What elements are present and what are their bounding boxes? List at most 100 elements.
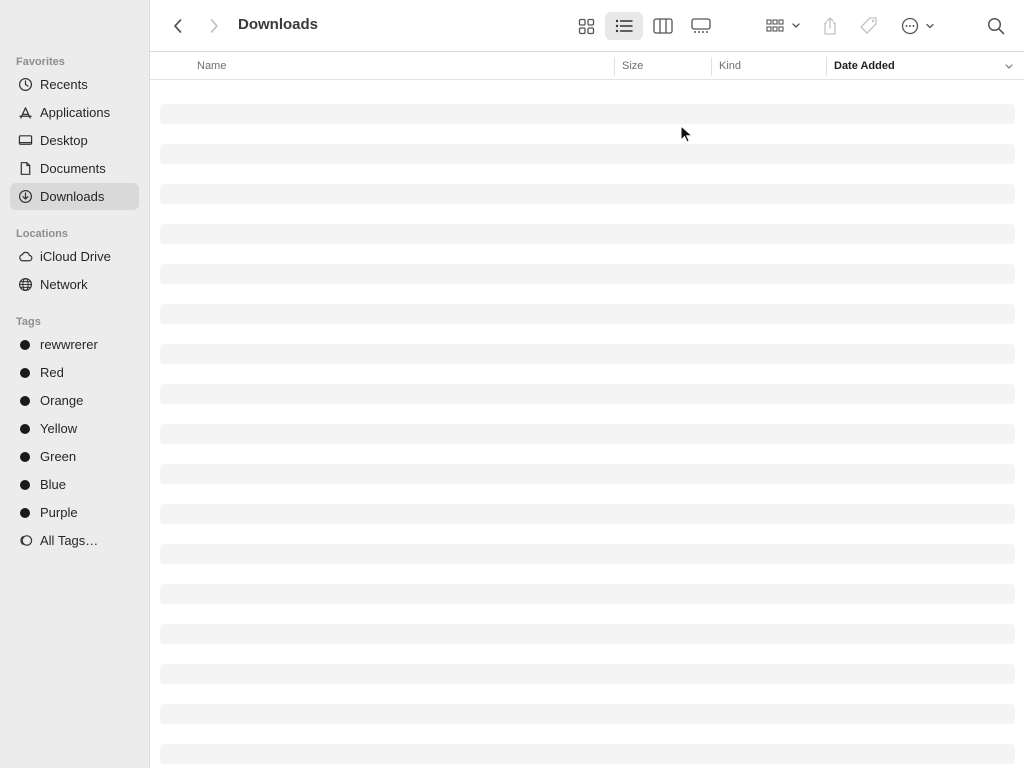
sidebar: Favorites Recents Applications Desktop D… — [0, 0, 150, 768]
globe-icon — [17, 277, 33, 293]
list-view-icon — [615, 19, 633, 33]
column-name[interactable]: Name — [197, 53, 226, 80]
favorites-section-title: Favorites — [16, 56, 65, 68]
clock-icon — [17, 77, 33, 93]
placeholder-row — [160, 104, 1015, 124]
sidebar-item-network[interactable]: Network — [10, 271, 139, 298]
tag-icon — [860, 17, 877, 34]
sidebar-item-label: Downloads — [40, 189, 105, 204]
icon-view-icon — [578, 18, 594, 34]
placeholder-row — [160, 304, 1015, 324]
placeholder-row — [160, 544, 1015, 564]
placeholder-row — [160, 184, 1015, 204]
share-button[interactable] — [818, 12, 842, 40]
sidebar-item-label: Orange — [40, 393, 84, 408]
sidebar-tag-blue[interactable]: Blue — [10, 471, 139, 498]
placeholder-row — [160, 504, 1015, 524]
column-kind[interactable]: Kind — [719, 53, 741, 80]
back-button[interactable] — [168, 12, 188, 40]
placeholder-row — [160, 664, 1015, 684]
toolbar: Downloads — [150, 0, 1024, 52]
chevron-right-icon — [210, 19, 218, 33]
applications-icon — [17, 105, 33, 121]
mouse-pointer-icon — [680, 125, 692, 143]
sidebar-item-label: Applications — [40, 105, 111, 120]
column-divider[interactable] — [711, 57, 712, 76]
document-icon — [17, 161, 33, 177]
placeholder-row — [160, 344, 1015, 364]
group-by-button[interactable] — [762, 12, 804, 40]
chevron-left-icon — [174, 19, 182, 33]
placeholder-row — [160, 464, 1015, 484]
sidebar-item-icloud-drive[interactable]: iCloud Drive — [10, 243, 139, 270]
sidebar-item-downloads[interactable]: Downloads — [10, 183, 139, 210]
placeholder-row — [160, 424, 1015, 444]
sidebar-item-label: Yellow — [40, 421, 78, 436]
sidebar-item-all-tags[interactable]: All Tags… — [10, 527, 139, 554]
placeholder-row — [160, 624, 1015, 644]
list-view-button[interactable] — [605, 12, 643, 40]
column-size[interactable]: Size — [622, 53, 643, 80]
tags-section-title: Tags — [16, 316, 41, 328]
sidebar-item-label: Green — [40, 449, 77, 464]
placeholder-row — [160, 224, 1015, 244]
tag-color-dot — [20, 507, 30, 518]
sidebar-item-label: Desktop — [40, 133, 88, 148]
sidebar-tag-red[interactable]: Red — [10, 359, 139, 386]
file-list — [160, 80, 1015, 764]
sidebar-item-label: Blue — [40, 477, 67, 492]
tag-color-dot — [20, 367, 30, 378]
more-actions-button[interactable] — [898, 12, 940, 40]
tag-color-dot — [20, 339, 30, 350]
forward-button[interactable] — [204, 12, 224, 40]
placeholder-row — [160, 704, 1015, 724]
sidebar-tag-purple[interactable]: Purple — [10, 499, 139, 526]
sidebar-item-label: Red — [40, 365, 64, 380]
finder-window: Favorites Recents Applications Desktop D… — [0, 0, 1024, 768]
sidebar-item-recents[interactable]: Recents — [10, 71, 139, 98]
sidebar-item-desktop[interactable]: Desktop — [10, 127, 139, 154]
sidebar-item-label: All Tags… — [40, 533, 99, 548]
column-divider[interactable] — [826, 57, 827, 76]
more-actions-icon — [901, 17, 934, 35]
sort-chevron-icon[interactable] — [1004, 53, 1014, 80]
gallery-view-icon — [691, 18, 711, 33]
search-button[interactable] — [984, 12, 1008, 40]
share-icon — [824, 17, 836, 35]
sidebar-tag-rewwrerer[interactable]: rewwrerer — [10, 331, 139, 358]
sidebar-tag-green[interactable]: Green — [10, 443, 139, 470]
tag-button[interactable] — [856, 12, 882, 40]
column-date-added[interactable]: Date Added — [834, 53, 895, 80]
search-icon — [987, 17, 1005, 35]
sidebar-item-label: Recents — [40, 77, 88, 92]
sidebar-tag-orange[interactable]: Orange — [10, 387, 139, 414]
sidebar-item-applications[interactable]: Applications — [10, 99, 139, 126]
sidebar-item-label: iCloud Drive — [40, 249, 111, 264]
cloud-icon — [17, 249, 33, 265]
placeholder-row — [160, 144, 1015, 164]
column-view-button[interactable] — [647, 12, 679, 40]
placeholder-row — [160, 744, 1015, 764]
tag-color-dot — [20, 451, 30, 462]
icon-view-button[interactable] — [570, 12, 602, 40]
desktop-icon — [17, 133, 33, 149]
gallery-view-button[interactable] — [685, 12, 717, 40]
window-title: Downloads — [238, 16, 319, 33]
tag-color-dot — [20, 479, 30, 490]
column-divider[interactable] — [614, 57, 615, 76]
column-view-icon — [653, 18, 673, 34]
placeholder-row — [160, 584, 1015, 604]
column-header: Name Size Kind Date Added — [150, 53, 1024, 80]
placeholder-row — [160, 264, 1015, 284]
locations-section-title: Locations — [16, 228, 68, 240]
sidebar-item-label: Purple — [40, 505, 78, 520]
tag-color-dot — [20, 395, 30, 406]
sidebar-item-documents[interactable]: Documents — [10, 155, 139, 182]
all-tags-icon — [17, 533, 33, 549]
download-icon — [17, 189, 33, 205]
sidebar-item-label: Documents — [40, 161, 106, 176]
sidebar-tag-yellow[interactable]: Yellow — [10, 415, 139, 442]
tag-color-dot — [20, 423, 30, 434]
group-by-icon — [766, 19, 800, 32]
placeholder-row — [160, 384, 1015, 404]
